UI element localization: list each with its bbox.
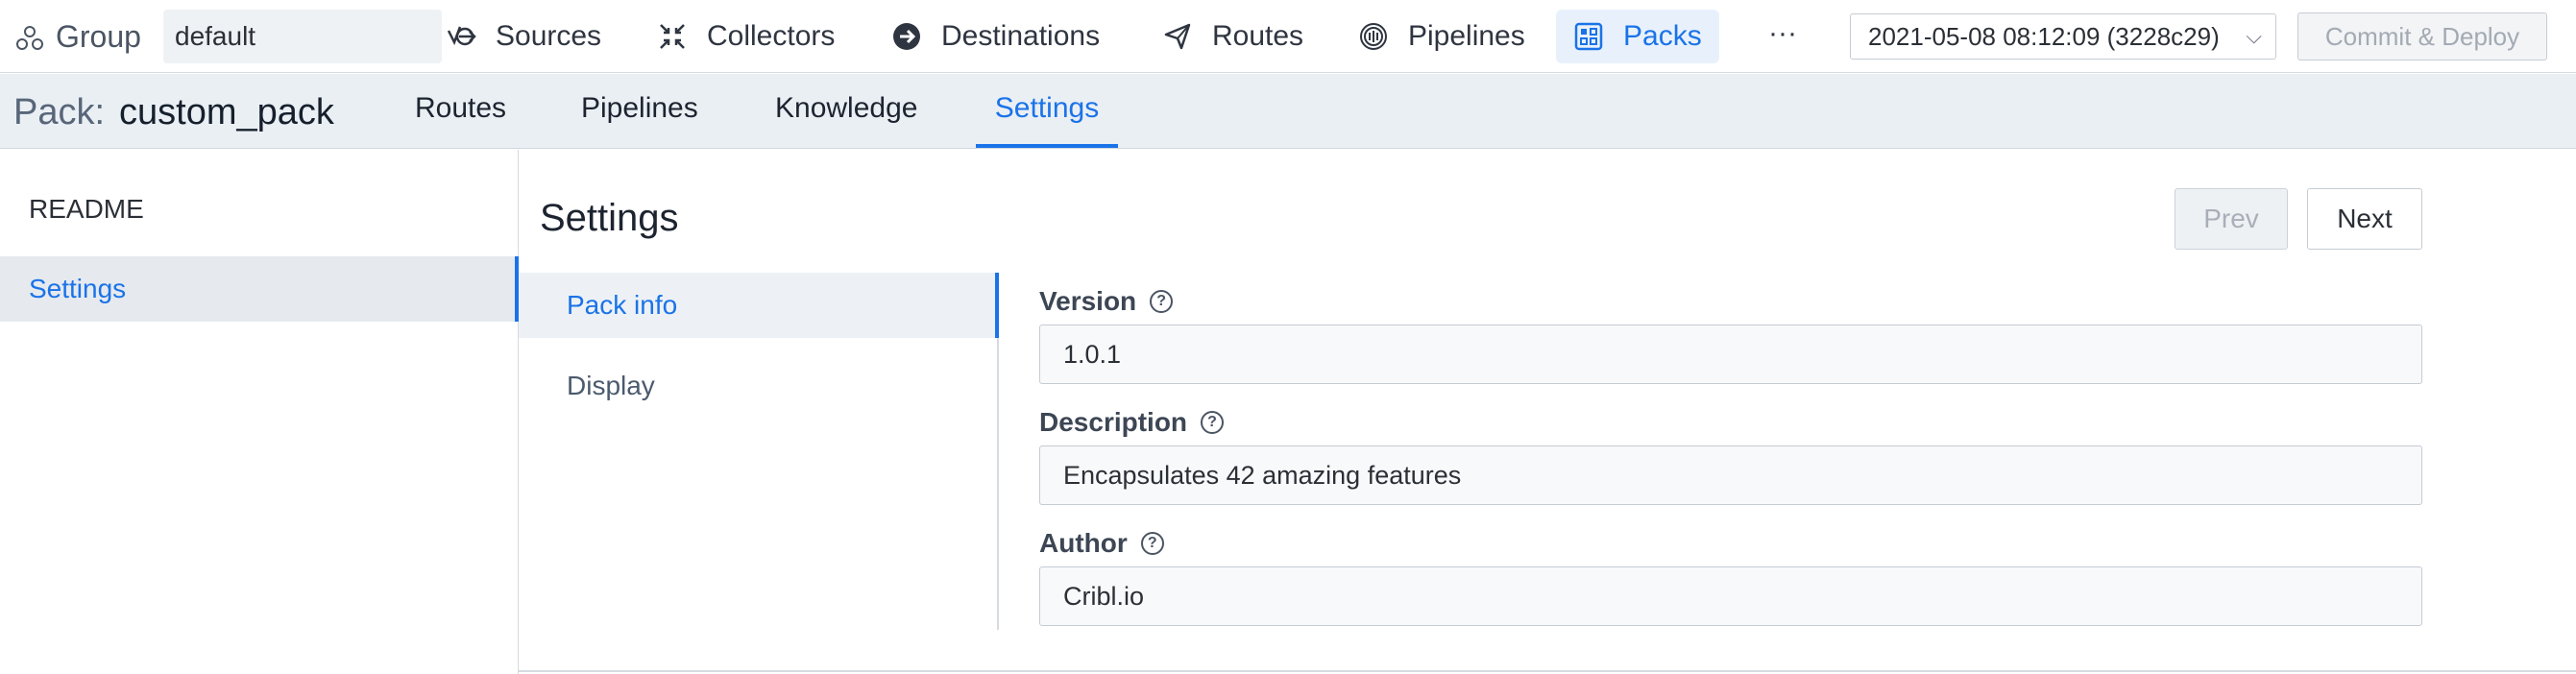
pack-header: Pack: custom_pack Routes Pipelines Knowl… xyxy=(0,74,2576,149)
group-icon xyxy=(16,26,43,50)
help-icon[interactable]: ? xyxy=(1201,411,1225,434)
tab-settings[interactable]: Settings xyxy=(976,74,1118,148)
author-label-text: Author xyxy=(1039,528,1128,558)
pack-name: custom_pack xyxy=(119,92,334,132)
nav-sources[interactable]: Sources xyxy=(428,10,619,63)
packs-icon xyxy=(1574,22,1603,51)
bottom-divider xyxy=(519,670,2576,672)
pack-prefix: Pack: xyxy=(13,92,106,132)
prev-button[interactable]: Prev xyxy=(2175,188,2288,250)
author-label: Author ? xyxy=(1039,527,1164,560)
more-menu-icon[interactable]: ··· xyxy=(1763,10,1802,63)
subnav-item-pack-info[interactable]: Pack info xyxy=(519,273,999,338)
help-icon[interactable]: ? xyxy=(1140,532,1164,555)
help-icon[interactable]: ? xyxy=(1150,290,1174,313)
next-button[interactable]: Next xyxy=(2307,188,2422,250)
collectors-icon xyxy=(660,24,685,49)
version-select[interactable]: 2021-05-08 08:12:09 (3228c29) ⌵ xyxy=(1850,13,2276,60)
nav-destinations-label: Destinations xyxy=(941,20,1101,52)
nav-packs[interactable]: Packs xyxy=(1556,10,1719,63)
author-field[interactable]: Cribl.io xyxy=(1039,566,2422,626)
commit-deploy-button[interactable]: Commit & Deploy xyxy=(2297,12,2547,60)
group-select[interactable]: default xyxy=(163,10,442,63)
nav-packs-label: Packs xyxy=(1623,20,1702,52)
sources-icon xyxy=(447,26,476,46)
description-label-text: Description xyxy=(1039,407,1188,437)
nav-routes-label: Routes xyxy=(1212,20,1304,52)
chevron-down-icon: ⌵ xyxy=(2246,24,2262,48)
version-label: Version ? xyxy=(1039,285,1174,318)
tab-knowledge[interactable]: Knowledge xyxy=(775,74,917,148)
pack-sidebar: README Settings xyxy=(0,150,519,674)
description-field[interactable]: Encapsulates 42 amazing features xyxy=(1039,445,2422,505)
sidebar-item-readme[interactable]: README xyxy=(0,177,519,242)
settings-subnav: Pack info Display xyxy=(519,273,999,630)
sidebar-item-settings[interactable]: Settings xyxy=(0,256,519,322)
nav-pipelines-label: Pipelines xyxy=(1408,20,1525,52)
nav-sources-label: Sources xyxy=(496,20,602,52)
pipelines-icon xyxy=(1360,23,1387,50)
nav-pipelines[interactable]: Pipelines xyxy=(1341,10,1543,63)
nav-destinations[interactable]: Destinations xyxy=(874,10,1117,63)
version-select-value: 2021-05-08 08:12:09 (3228c29) xyxy=(1868,22,2220,51)
version-field[interactable]: 1.0.1 xyxy=(1039,325,2422,384)
nav-collectors-label: Collectors xyxy=(707,20,836,52)
page-title: Settings xyxy=(540,197,679,239)
description-label: Description ? xyxy=(1039,406,1225,439)
routes-icon xyxy=(1164,23,1191,50)
tab-pipelines[interactable]: Pipelines xyxy=(581,74,698,148)
destinations-icon xyxy=(893,23,920,50)
version-label-text: Version xyxy=(1039,286,1137,316)
group-label: Group xyxy=(56,19,141,54)
tab-routes[interactable]: Routes xyxy=(415,74,506,148)
top-navigation-bar: Group default Sources Collectors Destina… xyxy=(0,0,2576,73)
nav-routes[interactable]: Routes xyxy=(1145,10,1321,63)
nav-collectors[interactable]: Collectors xyxy=(640,10,852,63)
subnav-item-display[interactable]: Display xyxy=(519,353,999,419)
